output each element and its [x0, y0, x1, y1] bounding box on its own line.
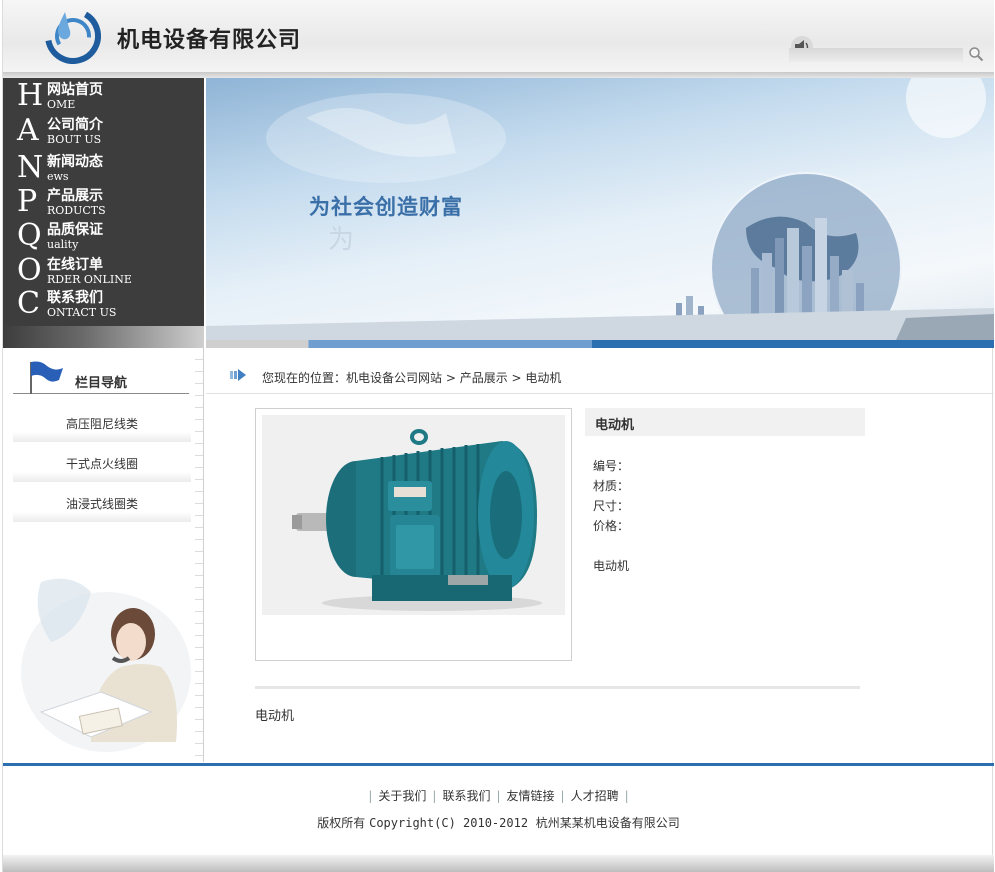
sidebar-link-oil-coil[interactable]: 油浸式线圈类: [13, 488, 191, 522]
search-input[interactable]: [789, 48, 963, 62]
product-title-bar: 电动机: [585, 408, 865, 436]
nav-label: 联系我们: [47, 290, 103, 306]
company-logo-icon: [45, 7, 101, 64]
nav-item-quality[interactable]: Q 品质保证 uality: [17, 218, 202, 254]
copyright-company: 杭州某某机电设备有限公司: [528, 816, 680, 830]
nav-decoration: [3, 326, 204, 348]
breadcrumb-separator: >: [442, 371, 460, 385]
nav-label: 新闻动态: [47, 154, 103, 170]
banner: 为 为社会创造财富: [206, 78, 994, 340]
nav-label: 在线订单: [47, 257, 103, 273]
customer-service-image: [21, 578, 191, 752]
spec-number: 编号：: [593, 459, 630, 473]
footer-separator: |: [496, 789, 501, 803]
sidebar-header: 栏目导航: [13, 361, 189, 394]
product-name: 电动机: [595, 418, 635, 433]
nav-label: 品质保证: [47, 222, 103, 238]
breadcrumb-current: 电动机: [525, 371, 562, 385]
nav-label-en: BOUT US: [47, 133, 102, 146]
header: 机电设备有限公司: [3, 0, 994, 72]
nav-label-en: ews: [47, 170, 69, 183]
product-short-desc: 电动机: [593, 559, 630, 573]
nav-letter: C: [17, 286, 40, 321]
footer-separator: |: [432, 789, 437, 803]
breadcrumb: 您现在的位置：机电设备公司网站 > 产品展示 > 电动机: [262, 369, 561, 386]
nav-label-en: uality: [47, 238, 79, 251]
banner-progress-bar: [206, 340, 994, 348]
product-photo[interactable]: [262, 415, 565, 615]
breadcrumb-site-link[interactable]: 机电设备公司网站: [346, 371, 442, 385]
nav-item-order[interactable]: O 在线订单 RDER ONLINE: [17, 253, 202, 289]
footer-separator: |: [624, 789, 629, 803]
nav-item-news[interactable]: N 新闻动态 ews: [17, 150, 202, 186]
company-name: 机电设备有限公司: [117, 27, 302, 53]
sidebar-link-damping-wire[interactable]: 高压阻尼线类: [13, 408, 191, 442]
nav-letter: P: [17, 184, 38, 219]
copyright-text: Copyright(C) 2010-2012: [369, 816, 529, 830]
footer-separator: |: [560, 789, 565, 803]
nav-label: 公司简介: [47, 117, 103, 133]
search-icon[interactable]: [968, 46, 984, 62]
copyright: 版权所有 Copyright(C) 2010-2012 杭州某某机电设备有限公司: [3, 814, 994, 831]
footer-links: | 关于我们 | 联系我们 | 友情链接 | 人才招聘 |: [3, 787, 994, 804]
copyright-prefix: 版权所有: [317, 816, 370, 830]
breadcrumb-bar: 您现在的位置：机电设备公司网站 > 产品展示 > 电动机: [206, 348, 994, 394]
nav-letter: A: [17, 113, 39, 148]
sidebar-ruler: [195, 348, 203, 762]
spec-material: 材质：: [593, 479, 630, 493]
nav-label-en: RODUCTS: [47, 204, 106, 217]
flag-icon: [30, 361, 63, 394]
footer-link-jobs[interactable]: 人才招聘: [571, 789, 619, 803]
sidebar-link-dry-coil[interactable]: 干式点火线圈: [13, 448, 191, 482]
arrow-right-icon: [230, 369, 246, 381]
spec-price: 价格：: [593, 519, 630, 533]
main-nav: H 网站首页 OME A 公司简介 BOUT US N 新闻动态 ews P 产…: [3, 78, 204, 326]
sidebar: 栏目导航 高压阻尼线类 干式点火线圈 油浸式线圈类: [3, 348, 204, 762]
footer-link-about[interactable]: 关于我们: [378, 789, 426, 803]
nav-label-en: OME: [47, 98, 76, 111]
nav-letter: O: [17, 253, 42, 288]
nav-letter: N: [17, 150, 44, 185]
breadcrumb-separator: >: [507, 371, 526, 385]
description-divider: [255, 686, 860, 689]
breadcrumb-prefix: 您现在的位置：: [262, 371, 347, 385]
nav-item-contact[interactable]: C 联系我们 ONTACT US: [17, 286, 202, 322]
nav-item-products[interactable]: P 产品展示 RODUCTS: [17, 184, 202, 220]
sidebar-title: 栏目导航: [75, 376, 128, 391]
footer-link-contact[interactable]: 联系我们: [442, 789, 490, 803]
nav-label: 产品展示: [47, 188, 103, 204]
nav-letter: Q: [17, 218, 42, 253]
product-image-frame: [255, 408, 572, 661]
page: 机电设备有限公司 H 网站首页 OME A 公司简介 BOUT US N 新闻动…: [2, 0, 994, 872]
breadcrumb-category-link[interactable]: 产品展示: [460, 371, 508, 385]
footer-separator: |: [368, 789, 373, 803]
svg-text:为: 为: [328, 225, 354, 255]
nav-item-about[interactable]: A 公司简介 BOUT US: [17, 113, 202, 149]
nav-letter: H: [17, 78, 44, 113]
nav-label-en: RDER ONLINE: [47, 273, 132, 286]
footer-link-friends[interactable]: 友情链接: [507, 789, 555, 803]
footer-divider: [3, 763, 994, 766]
spec-size: 尺寸：: [593, 499, 630, 513]
nav-label: 网站首页: [47, 82, 103, 98]
bottom-bar: [3, 855, 994, 872]
nav-item-home[interactable]: H 网站首页 OME: [17, 78, 202, 114]
nav-label-en: ONTACT US: [47, 306, 117, 319]
banner-slogan: 为社会创造财富: [309, 195, 463, 219]
product-description: 电动机: [255, 709, 295, 724]
